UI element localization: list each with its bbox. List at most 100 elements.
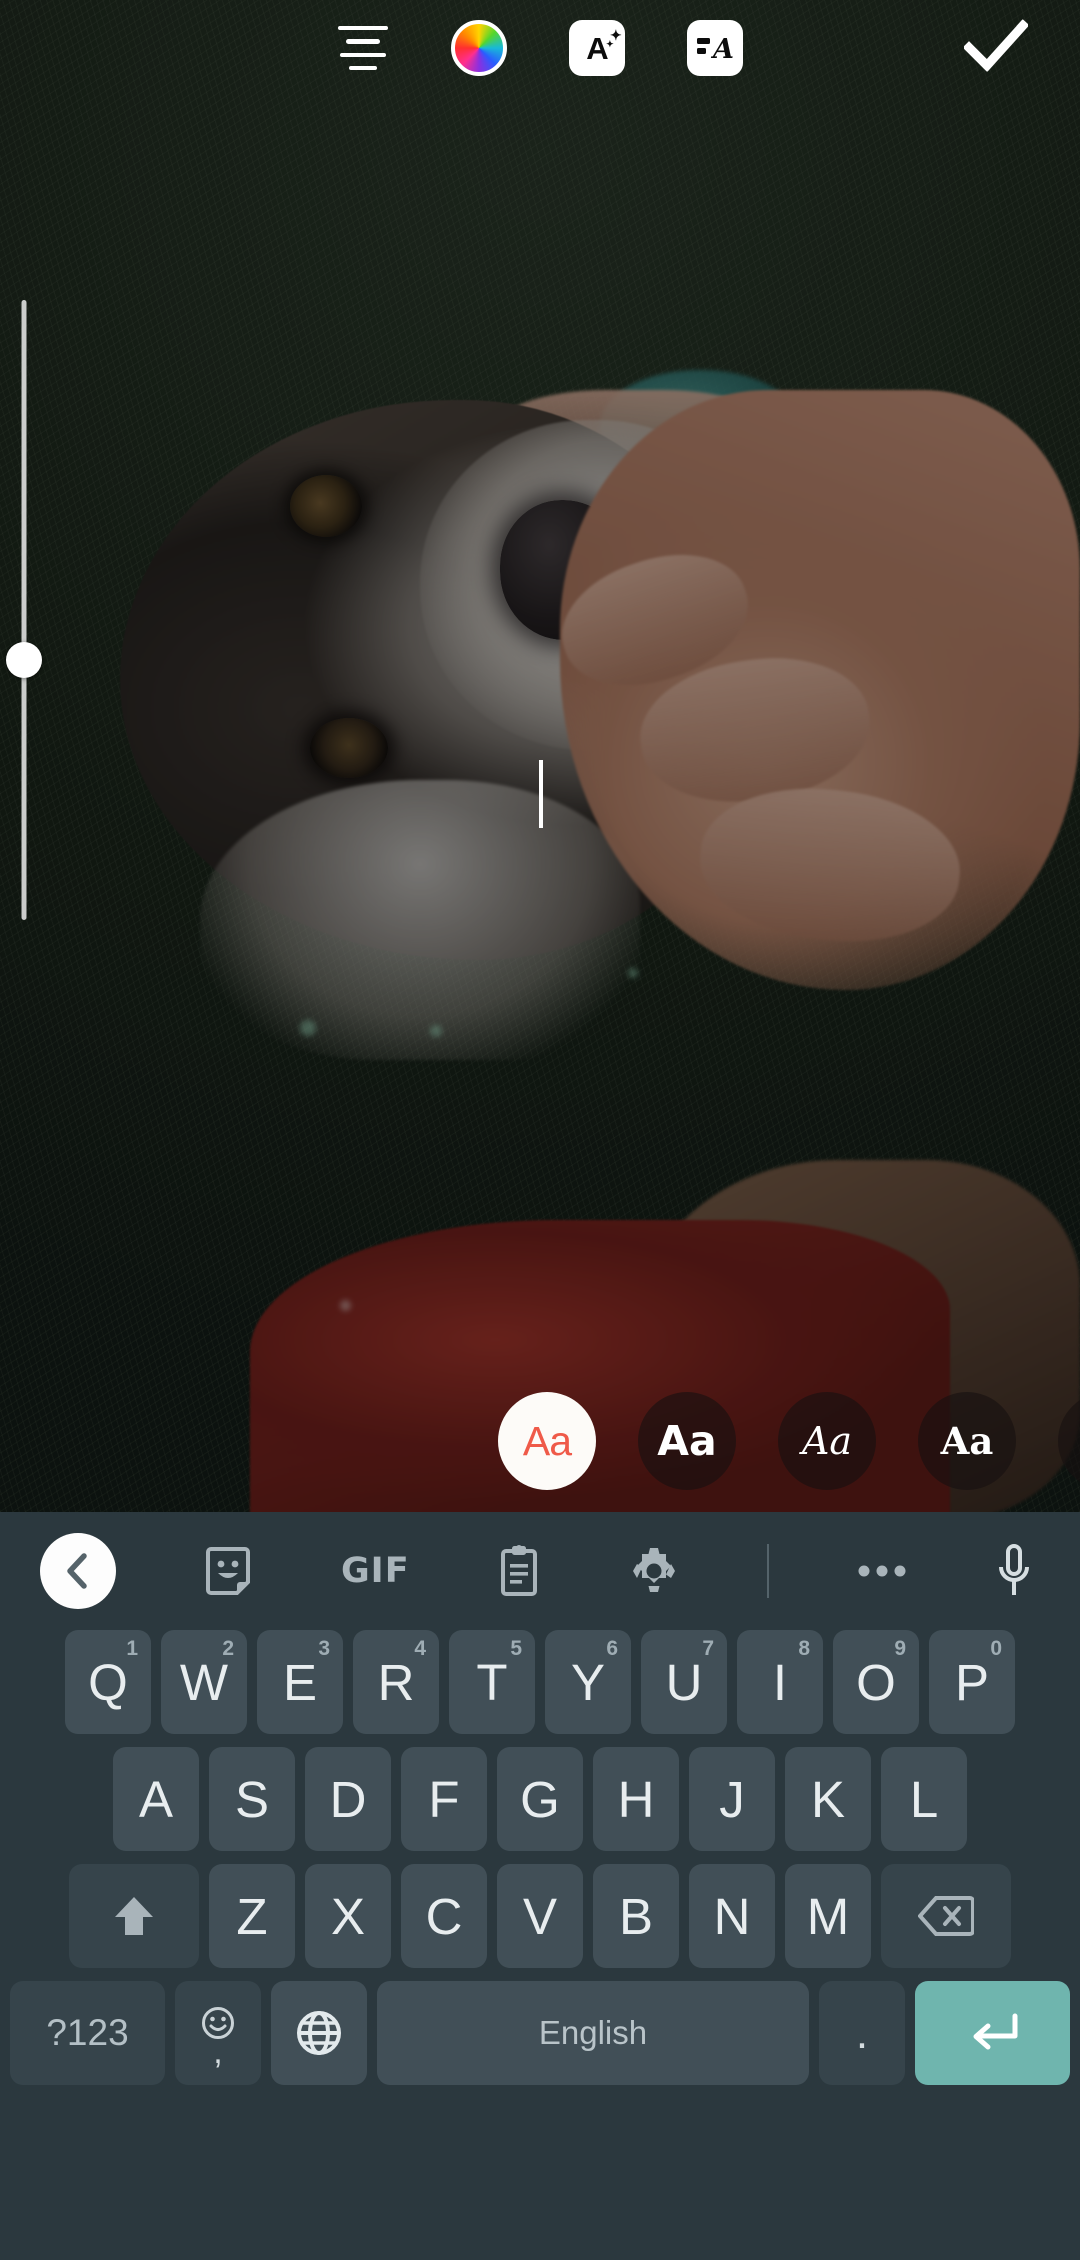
symbols-key[interactable]: ?123	[10, 1981, 165, 2085]
period-key[interactable]: .	[819, 1981, 905, 2085]
font-option-modern[interactable]: Aa	[638, 1392, 736, 1490]
key-label: V	[522, 1887, 558, 1945]
enter-key[interactable]	[915, 1981, 1070, 2085]
key-label: W	[179, 1653, 229, 1711]
shift-key[interactable]	[69, 1864, 199, 1968]
clipboard-icon	[501, 1545, 538, 1596]
language-switch-key[interactable]	[271, 1981, 367, 2085]
key-superscript: 5	[510, 1637, 522, 1660]
text-align-center-icon[interactable]	[337, 26, 389, 70]
key-w[interactable]: 2 W	[161, 1630, 247, 1734]
font-option-neon[interactable]: Aa	[778, 1392, 876, 1490]
story-text-editor-screen: A A Aa Aa	[0, 0, 1080, 2260]
key-label: E	[282, 1653, 318, 1711]
key-label: A	[138, 1770, 174, 1828]
key-e[interactable]: 3 E	[257, 1630, 343, 1734]
clipboard-button[interactable]	[498, 1544, 540, 1598]
key-label: Q	[88, 1653, 128, 1711]
key-superscript: 8	[798, 1637, 810, 1660]
key-superscript: 1	[126, 1637, 138, 1660]
keyboard-row-2: A S D F G H J K L	[6, 1747, 1074, 1851]
font-option-classic[interactable]: Aa	[498, 1392, 596, 1490]
shift-arrow-icon	[115, 1897, 153, 1935]
slider-thumb[interactable]	[6, 641, 42, 678]
font-selector-bar[interactable]: Aa Aa Aa Aa A	[0, 1385, 1080, 1497]
key-label: U	[665, 1653, 703, 1711]
sticker-icon	[206, 1547, 251, 1595]
font-option-typewriter[interactable]: Aa	[918, 1392, 1016, 1490]
key-j[interactable]: J	[689, 1747, 775, 1851]
key-o[interactable]: 9 O	[833, 1630, 919, 1734]
key-z[interactable]: Z	[209, 1864, 295, 1968]
more-options-button[interactable]	[857, 1563, 907, 1579]
key-p[interactable]: 0 P	[929, 1630, 1015, 1734]
done-checkmark-button[interactable]	[962, 19, 1030, 77]
key-k[interactable]: K	[785, 1747, 871, 1851]
keyboard-keys: 1 Q 2 W 3 E 4 R 5 T 6 Y 7 U 8 I 9 O 0 P …	[0, 1630, 1080, 2085]
key-a[interactable]: A	[113, 1747, 199, 1851]
space-key[interactable]: English	[377, 1981, 809, 2085]
keyboard-row-3: Z X C V B N M	[6, 1864, 1074, 1968]
backspace-icon	[918, 1896, 974, 1936]
key-label: H	[617, 1770, 655, 1828]
key-superscript: 3	[318, 1637, 330, 1660]
settings-button[interactable]	[629, 1546, 679, 1596]
key-label: Z	[236, 1887, 268, 1945]
font-option-label: Aa	[801, 1419, 853, 1463]
key-l[interactable]: L	[881, 1747, 967, 1851]
chevron-left-icon	[67, 1553, 87, 1589]
text-size-slider[interactable]	[4, 300, 44, 920]
key-superscript: 2	[222, 1637, 234, 1660]
key-label: .	[855, 2009, 869, 2058]
key-u[interactable]: 7 U	[641, 1630, 727, 1734]
key-g[interactable]: G	[497, 1747, 583, 1851]
key-label: R	[377, 1653, 415, 1711]
font-option-label: Aa	[522, 1417, 572, 1464]
svg-text:A: A	[710, 34, 734, 63]
key-b[interactable]: B	[593, 1864, 679, 1968]
ellipsis-icon	[858, 1565, 906, 1577]
key-superscript: 9	[894, 1637, 906, 1660]
key-v[interactable]: V	[497, 1864, 583, 1968]
key-label: F	[428, 1770, 460, 1828]
key-h[interactable]: H	[593, 1747, 679, 1851]
editor-toolbar: A A	[0, 0, 1080, 96]
text-style-icon[interactable]: A	[687, 20, 743, 76]
font-option-strong[interactable]: A	[1058, 1392, 1080, 1490]
checkmark-icon	[962, 19, 1030, 73]
key-s[interactable]: S	[209, 1747, 295, 1851]
key-d[interactable]: D	[305, 1747, 391, 1851]
comma-label: ,	[213, 2033, 223, 2072]
text-effects-icon[interactable]: A	[569, 20, 625, 76]
enter-return-icon	[973, 2013, 1017, 2050]
gif-button[interactable]: GIF	[341, 1551, 410, 1591]
key-y[interactable]: 6 Y	[545, 1630, 631, 1734]
key-label: Y	[570, 1653, 606, 1711]
key-i[interactable]: 8 I	[737, 1630, 823, 1734]
color-wheel-icon[interactable]	[451, 20, 507, 76]
key-t[interactable]: 5 T	[449, 1630, 535, 1734]
collapse-keyboard-button[interactable]	[40, 1533, 116, 1609]
font-option-label: Aa	[657, 1416, 717, 1465]
key-m[interactable]: M	[785, 1864, 871, 1968]
text-cursor	[539, 760, 543, 828]
emoji-comma-key[interactable]: ,	[175, 1981, 261, 2085]
photo-canvas[interactable]	[0, 0, 1080, 1512]
key-label: D	[329, 1770, 367, 1828]
microphone-icon	[998, 1544, 1029, 1595]
key-label: L	[909, 1770, 939, 1828]
text-style-glyph: A	[697, 34, 734, 63]
keyboard-toolbar: GIF	[0, 1512, 1080, 1630]
dim-overlay	[0, 0, 1080, 1512]
key-c[interactable]: C	[401, 1864, 487, 1968]
key-label: C	[425, 1887, 463, 1945]
key-q[interactable]: 1 Q	[65, 1630, 151, 1734]
key-n[interactable]: N	[689, 1864, 775, 1968]
key-label: N	[713, 1887, 751, 1945]
key-r[interactable]: 4 R	[353, 1630, 439, 1734]
sticker-button[interactable]	[204, 1545, 252, 1597]
key-f[interactable]: F	[401, 1747, 487, 1851]
voice-input-button[interactable]	[996, 1543, 1032, 1599]
backspace-key[interactable]	[881, 1864, 1011, 1968]
key-x[interactable]: X	[305, 1864, 391, 1968]
